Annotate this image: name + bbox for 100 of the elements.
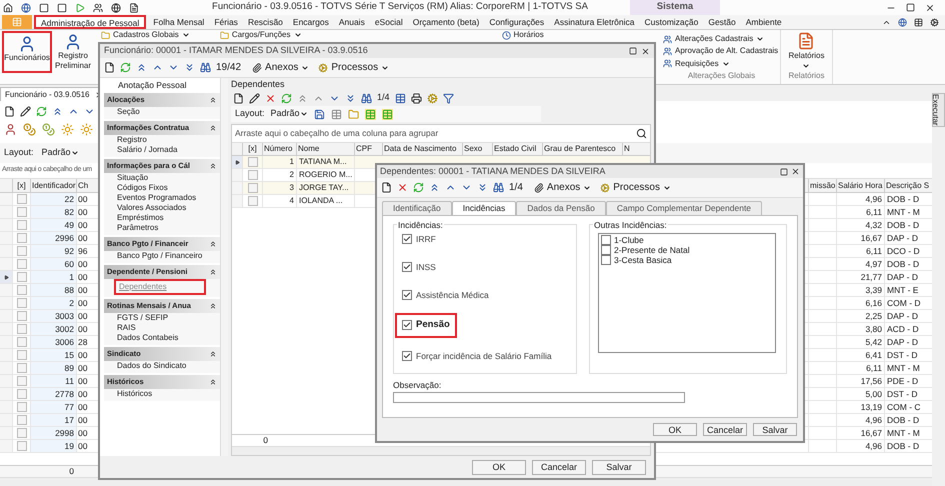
reports-button[interactable]: Relatórios [788,32,824,70]
row-indicator[interactable] [232,156,242,168]
caret-icon[interactable] [662,184,671,192]
dialog-button[interactable]: Salvar [753,422,797,436]
attachments-button[interactable]: Anexos [252,60,310,75]
attachments-button[interactable]: Anexos [534,180,592,195]
checkbox[interactable] [248,157,258,167]
users-icon[interactable] [663,46,672,56]
caret-icon[interactable] [381,64,390,72]
caret-icon[interactable] [722,60,730,68]
coins-icon[interactable] [42,122,55,136]
settings-icon[interactable] [930,18,939,26]
column-header[interactable]: [x] [242,143,262,155]
paperclip-icon[interactable] [252,62,262,72]
collapse-icon[interactable] [209,96,217,104]
new-icon[interactable] [4,106,15,116]
checkbox[interactable] [16,259,26,269]
nav-link[interactable]: Dados do Sindicato [114,361,190,371]
column-header[interactable]: Número [262,143,296,155]
horizontal-scrollbar[interactable] [232,446,650,455]
checkbox[interactable] [248,196,258,206]
collapse-icon[interactable] [209,240,217,248]
caret-icon[interactable] [756,35,764,44]
ribbon-item[interactable]: Alterações Cadastrais [663,33,764,46]
maximize-icon[interactable] [629,47,637,55]
close-icon[interactable] [641,46,650,56]
column-header[interactable]: Grau de Parentesco [542,143,622,155]
globe-icon[interactable] [111,2,121,12]
ribbon-item[interactable]: Horários [502,30,544,40]
last-icon[interactable] [345,92,356,104]
checkbox[interactable] [16,272,26,282]
refresh-icon[interactable] [120,62,131,73]
collapse-icon[interactable] [209,302,217,310]
checkbox[interactable] [402,290,412,300]
checkbox[interactable] [16,220,26,230]
clock-icon[interactable] [502,30,511,40]
home-icon[interactable] [3,2,13,12]
dialog-button[interactable]: OK [472,460,526,474]
checkbox-option[interactable]: INSS [402,260,436,274]
binoculars-icon[interactable] [200,62,211,73]
checkbox[interactable] [16,415,26,425]
checkbox[interactable] [16,402,26,412]
checkbox[interactable] [16,389,26,399]
users-icon[interactable] [93,2,103,12]
menu-tab[interactable]: Administração de Pessoal [34,15,146,29]
caret-icon[interactable] [70,149,79,157]
ribbon-item[interactable]: Cadastros Globais [101,30,190,40]
ribbon-item[interactable]: Aprovação de Alt. Cadastrais [663,45,778,58]
maximize-icon[interactable] [780,168,788,176]
nav-link[interactable]: FGTS / SEFIP [114,313,172,323]
checkbox[interactable] [16,428,26,438]
filter-icon[interactable] [442,92,454,104]
refresh-icon[interactable] [281,92,292,104]
delete-icon[interactable] [265,92,276,104]
users-icon[interactable] [663,34,672,44]
checkbox[interactable] [16,285,26,295]
menu-tab[interactable]: Anuais [334,15,370,29]
column-header[interactable]: Estado Civil [492,143,542,155]
nav-link[interactable]: Banco Pgto / Financeiro [114,251,206,261]
person-icon[interactable] [18,35,36,53]
column-header[interactable]: Sexo [462,143,492,155]
ribbon-button[interactable]: Funcionários [2,31,52,73]
column-header[interactable]: missão [808,179,836,192]
checkbox-option[interactable]: 2-Presente de Natal [601,245,690,255]
caret-icon[interactable] [300,110,308,118]
side-tab[interactable]: Executar [932,93,945,127]
nav-link[interactable]: Eventos Programados [114,193,200,203]
menu-tab[interactable]: Gestão [703,15,741,29]
collapse-icon[interactable] [209,162,217,170]
row-indicator[interactable] [0,271,12,283]
refresh-icon[interactable] [36,106,47,116]
nav-link[interactable]: Registro [114,135,150,145]
person-icon[interactable] [64,33,82,51]
table-icon[interactable] [364,108,376,120]
column-header[interactable]: Identificador [30,179,76,192]
collapse-icon[interactable] [209,378,217,386]
checkbox[interactable] [16,324,26,334]
vertical-scrollbar[interactable] [220,78,228,456]
caret-icon[interactable] [802,62,810,70]
nav-link[interactable]: Valores Associados [114,203,190,213]
edit-icon[interactable] [249,92,260,104]
observation-field[interactable] [393,392,685,403]
person-icon[interactable] [4,122,17,136]
nav-link[interactable]: Dados Contabeis [114,333,182,343]
layout-dropdown[interactable]: Padrão [270,107,308,121]
collapse-icon[interactable] [209,124,217,132]
checkbox[interactable] [16,207,26,217]
last-icon[interactable] [477,182,488,193]
menu-tab[interactable]: Folha Mensal [148,15,210,29]
layout-dropdown[interactable]: Padrão [42,146,79,160]
checkbox[interactable] [16,337,26,347]
first-icon[interactable] [136,62,147,73]
column-header[interactable]: [x] [12,179,30,192]
globe-icon[interactable] [898,18,907,26]
tab[interactable]: Campo Complementar Dependente [606,201,762,215]
report-icon[interactable] [797,32,816,50]
menu-tab[interactable]: Configurações [484,15,550,29]
binoculars-icon[interactable] [493,182,504,193]
new-icon[interactable] [233,92,244,104]
nav-link[interactable]: Códigos Fixos [114,183,171,193]
